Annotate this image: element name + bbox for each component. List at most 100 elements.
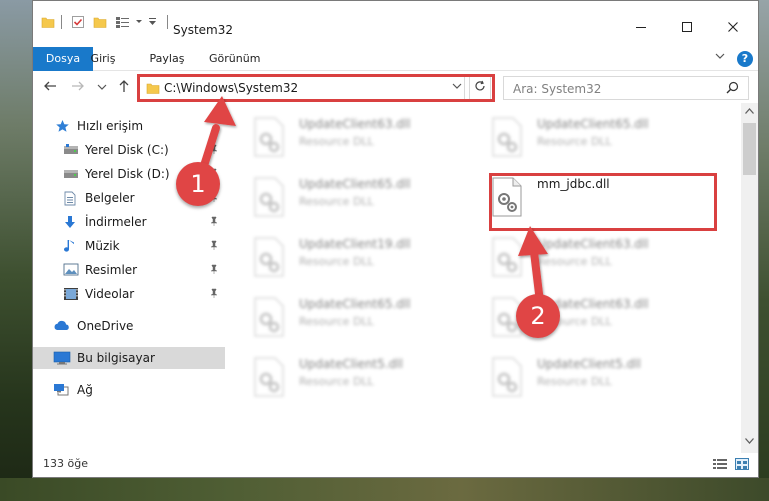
close-icon (728, 22, 738, 32)
step-2-badge: 2 (516, 294, 560, 338)
close-button[interactable] (710, 13, 756, 41)
scroll-thumb[interactable] (743, 123, 756, 175)
dll-file-icon (491, 237, 523, 277)
title-bar: System32 (33, 1, 758, 41)
new-folder-icon[interactable] (93, 13, 107, 31)
up-arrow-icon[interactable] (117, 79, 131, 97)
sidebar-item-pictures[interactable]: Resimler (33, 259, 225, 281)
sidebar-item-label: Belgeler (85, 191, 135, 205)
file-explorer-window: System32 Dosya Giriş Paylaş Görünüm ? C:… (32, 0, 759, 478)
customize-toolbar-icon[interactable] (135, 13, 159, 31)
maximize-button[interactable] (664, 13, 710, 41)
network-icon (53, 383, 69, 397)
back-arrow-icon[interactable] (43, 79, 57, 97)
forward-arrow-icon[interactable] (71, 79, 85, 97)
file-item[interactable]: UpdateClient5.dll Resource DLL (229, 351, 459, 405)
address-highlight-box (137, 74, 495, 102)
drive-icon (63, 143, 79, 157)
step-1-badge: 1 (176, 162, 220, 206)
desktop-wallpaper-left (0, 0, 32, 501)
tiles-view-icon[interactable] (735, 458, 749, 470)
tab-giris[interactable]: Giriş (87, 47, 119, 71)
file-name: UpdateClient65.dll (299, 177, 411, 191)
window-title: System32 (173, 23, 234, 37)
sidebar-item-downloads[interactable]: İndirmeler (33, 211, 225, 233)
file-description: Resource DLL (537, 375, 612, 388)
sidebar-item-videos[interactable]: Videolar (33, 283, 225, 305)
dll-file-icon (253, 237, 285, 277)
maximize-icon (682, 22, 692, 32)
file-item[interactable]: UpdateClient5.dll Resource DLL (467, 351, 697, 405)
file-name: UpdateClient5.dll (299, 357, 403, 371)
pin-icon[interactable] (209, 240, 219, 253)
file-item[interactable]: UpdateClient63.dll Resource DLL (467, 231, 697, 285)
search-icon[interactable] (726, 81, 739, 98)
file-description: Resource DLL (537, 135, 612, 148)
file-name: UpdateClient5.dll (537, 357, 641, 371)
sidebar-item-label: OneDrive (77, 319, 134, 333)
file-item[interactable]: UpdateClient65.dll Resource DLL (229, 171, 459, 225)
documents-icon (63, 191, 79, 206)
ribbon-tabs: Dosya Giriş Paylaş Görünüm ? (33, 47, 758, 71)
help-icon[interactable]: ? (737, 51, 753, 67)
properties-check-icon[interactable] (71, 13, 85, 31)
sidebar-item-network[interactable]: Ağ (33, 379, 225, 401)
status-bar: 133 öğe (33, 453, 758, 477)
recent-locations-chevron-icon[interactable] (97, 83, 107, 94)
file-description: Resource DLL (299, 375, 374, 388)
vertical-scrollbar[interactable] (741, 103, 758, 453)
computer-icon (53, 351, 71, 365)
view-options-icon[interactable] (115, 13, 131, 31)
navigation-pane: Hızlı erişim Yerel Disk (C:) Yerel Disk … (33, 109, 225, 443)
file-item[interactable]: UpdateClient63.dll Resource DLL (467, 291, 697, 345)
sidebar-item-this-pc[interactable]: Bu bilgisayar (33, 347, 225, 369)
file-description: Resource DLL (537, 255, 612, 268)
file-name: UpdateClient19.dll (299, 237, 411, 251)
file-name: UpdateClient63.dll (537, 237, 649, 251)
title-separator (167, 15, 168, 29)
file-item[interactable]: UpdateClient65.dll Resource DLL (229, 291, 459, 345)
desktop-wallpaper-bottom (0, 478, 769, 501)
file-item[interactable]: UpdateClient19.dll Resource DLL (229, 231, 459, 285)
sidebar-item-label: Bu bilgisayar (77, 351, 155, 365)
pin-icon[interactable] (209, 216, 219, 229)
music-icon (63, 239, 79, 253)
details-view-icon[interactable] (713, 458, 727, 470)
sidebar-item-label: Ağ (77, 383, 93, 397)
dll-file-icon (253, 177, 285, 217)
pin-icon[interactable] (209, 288, 219, 301)
sidebar-item-music[interactable]: Müzik (33, 235, 225, 257)
scroll-down-icon[interactable] (745, 437, 754, 446)
expand-ribbon-icon[interactable] (715, 51, 725, 64)
dll-file-icon (491, 357, 523, 397)
tab-paylas[interactable]: Paylaş (147, 47, 187, 71)
item-count: 133 öğe (43, 457, 88, 470)
dll-file-icon (491, 117, 523, 157)
file-item[interactable]: UpdateClient63.dll Resource DLL (229, 111, 459, 165)
dll-file-icon (253, 357, 285, 397)
sidebar-item-local-disk-c[interactable]: Yerel Disk (C:) (33, 139, 225, 161)
quick-access-separator (61, 15, 62, 29)
scroll-up-icon[interactable] (745, 107, 754, 116)
drive-icon (63, 167, 79, 181)
file-description: Resource DLL (299, 135, 374, 148)
sidebar-item-label: Yerel Disk (D:) (85, 167, 170, 181)
tab-dosya[interactable]: Dosya (33, 47, 93, 71)
file-description: Resource DLL (299, 315, 374, 328)
file-name: UpdateClient63.dll (299, 117, 411, 131)
sidebar-item-quick-access[interactable]: Hızlı erişim (33, 115, 225, 137)
file-list: UpdateClient63.dll Resource DLL UpdateCl… (229, 109, 741, 443)
minimize-button[interactable] (618, 13, 664, 41)
dll-file-icon (253, 117, 285, 157)
pin-icon[interactable] (209, 264, 219, 277)
pin-icon[interactable] (209, 144, 219, 157)
file-item[interactable]: UpdateClient65.dll Resource DLL (467, 111, 697, 165)
sidebar-item-onedrive[interactable]: OneDrive (33, 315, 225, 337)
folder-icon[interactable] (41, 13, 55, 31)
desktop-wallpaper-right (758, 0, 769, 501)
tab-gorunum[interactable]: Görünüm (209, 47, 260, 71)
search-input[interactable]: Ara: System32 (513, 82, 601, 96)
sidebar-item-label: Müzik (85, 239, 120, 253)
star-icon (55, 119, 71, 133)
search-box[interactable]: Ara: System32 (503, 76, 749, 100)
